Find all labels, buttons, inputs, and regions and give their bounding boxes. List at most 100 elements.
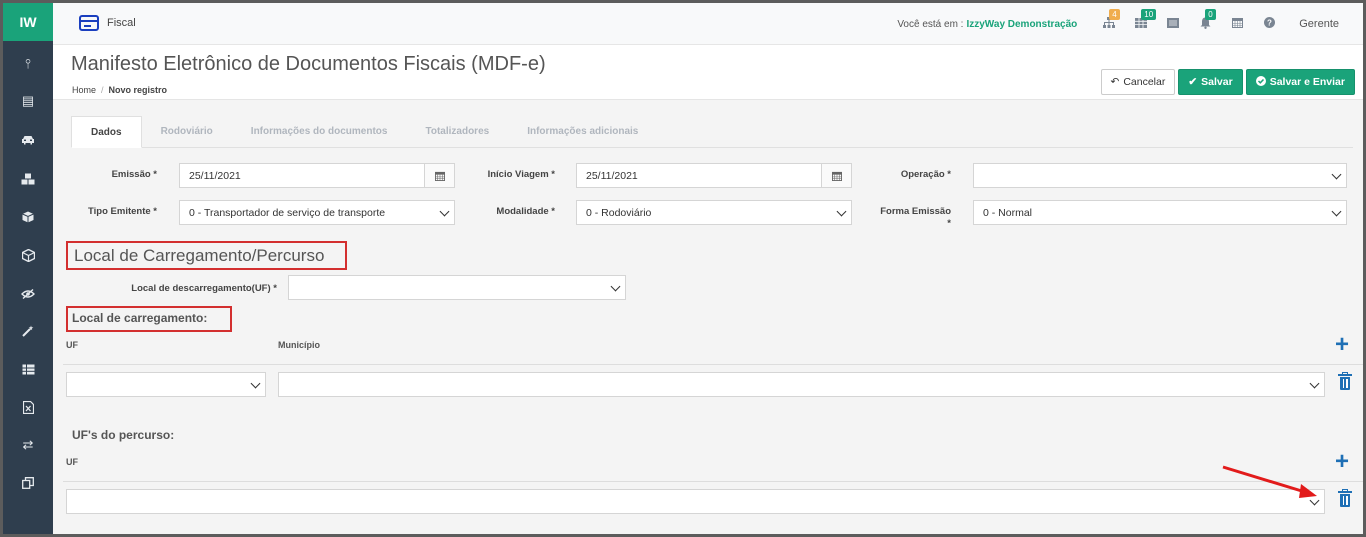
module-name: Fiscal [107, 17, 136, 29]
percurso-title: UF's do percurso: [72, 428, 175, 442]
calendar-icon[interactable] [1221, 17, 1253, 31]
emissao-calendar-icon[interactable] [424, 164, 454, 187]
boxes-icon[interactable] [3, 169, 53, 189]
save-button[interactable]: ✔ Salvar [1178, 69, 1243, 95]
bell-icon[interactable]: 0 [1189, 8, 1221, 32]
app-window: IW ⫯ ▤ ⇄ Fiscal Você está em: IzzyWay D… [3, 3, 1363, 534]
divider [63, 364, 1363, 365]
table-icon[interactable] [3, 359, 53, 379]
sidebar: IW ⫯ ▤ ⇄ [3, 3, 53, 534]
emissao-date-field[interactable]: 25/11/2021 [179, 163, 455, 188]
user-menu[interactable]: Gerente [1299, 18, 1339, 30]
save-button-label: Salvar [1201, 76, 1233, 88]
carregamento-municipio-select[interactable] [278, 372, 1325, 397]
save-and-send-button-label: Salvar e Enviar [1269, 76, 1345, 88]
tipo-emitente-value: 0 - Transportador de serviço de transpor… [189, 206, 386, 219]
emissao-value: 25/11/2021 [189, 169, 241, 182]
chevron-down-icon [439, 206, 450, 217]
list-alt-icon[interactable] [1157, 17, 1189, 31]
page-title: Manifesto Eletrônico de Documentos Fisca… [71, 53, 546, 75]
percurso-uf-select[interactable] [66, 489, 1325, 514]
breadcrumb-home[interactable]: Home [72, 85, 96, 95]
location-label: Você está em : [897, 18, 964, 30]
header-actions: ↶ Cancelar ✔ Salvar Salvar e Enviar [1100, 69, 1355, 95]
sitemap-badge: 4 [1109, 9, 1120, 20]
content-area: Dados Rodoviário Informações do document… [53, 100, 1363, 534]
chevron-down-icon [1309, 378, 1320, 389]
carregamento-col-uf: UF [66, 340, 78, 350]
grid-badge: 10 [1141, 9, 1157, 20]
forma-emissao-label: Forma Emissão [880, 206, 951, 217]
bell-badge: 0 [1205, 8, 1216, 20]
grid-icon[interactable]: 10 [1125, 9, 1157, 31]
descarregamento-label: Local de descarregamento(UF) * [131, 283, 277, 294]
credit-card-icon [79, 15, 99, 31]
red-arrow-annotation [1222, 465, 1317, 498]
check-circle-icon [1255, 75, 1266, 89]
inicio-viagem-calendar-icon[interactable] [821, 164, 851, 187]
tab-dados[interactable]: Dados [71, 116, 142, 148]
chevron-down-icon [250, 378, 261, 389]
excel-file-icon[interactable] [3, 397, 53, 417]
inicio-viagem-value: 25/11/2021 [586, 169, 638, 182]
cubes-icon[interactable] [3, 245, 53, 265]
tab-informacoes-documentos[interactable]: Informações do documentos [232, 116, 407, 147]
operacao-select[interactable] [973, 163, 1347, 188]
svg-text:?: ? [1267, 19, 1272, 28]
sitemap-icon[interactable]: 4 [1093, 9, 1125, 31]
save-and-send-button[interactable]: Salvar e Enviar [1245, 69, 1355, 95]
tab-informacoes-adicionais[interactable]: Informações adicionais [508, 116, 657, 147]
check-icon: ✔ [1188, 76, 1198, 88]
delete-carregamento-trash-icon[interactable] [1338, 372, 1352, 390]
cube-icon[interactable] [3, 207, 53, 227]
modalidade-select[interactable]: 0 - Rodoviário [576, 200, 852, 225]
cancel-button[interactable]: ↶ Cancelar [1100, 69, 1176, 95]
breadcrumb: Home / Novo registro [72, 85, 167, 95]
carregamento-uf-select[interactable] [66, 372, 266, 397]
top-bar: Fiscal Você está em : IzzyWay Demonstraç… [53, 3, 1363, 45]
tab-rodoviario[interactable]: Rodoviário [142, 116, 232, 147]
car-icon[interactable] [3, 130, 53, 150]
inicio-viagem-date-field[interactable]: 25/11/2021 [576, 163, 852, 188]
carregamento-col-municipio: Município [278, 340, 320, 350]
chevron-down-icon [1331, 169, 1342, 180]
forma-emissao-select[interactable]: 0 - Normal [973, 200, 1347, 225]
chevron-down-icon [836, 206, 847, 217]
descarregamento-select[interactable] [288, 275, 626, 300]
copy-icon[interactable] [3, 473, 53, 493]
app-logo[interactable]: IW [3, 3, 53, 41]
forma-emissao-required: * [947, 218, 951, 229]
list-icon[interactable]: ▤ [3, 91, 53, 111]
magic-wand-icon[interactable] [3, 321, 53, 341]
chevron-down-icon [1331, 206, 1342, 217]
percurso-col-uf: UF [66, 457, 78, 467]
divider [63, 481, 1363, 482]
highlight-box-carregamento [66, 306, 232, 332]
delete-percurso-trash-icon[interactable] [1338, 489, 1352, 507]
help-icon[interactable]: ? [1253, 17, 1285, 31]
add-percurso-icon[interactable]: + [1335, 450, 1349, 474]
inicio-viagem-label: Início Viagem * [487, 169, 555, 180]
modalidade-value: 0 - Rodoviário [586, 206, 652, 219]
tipo-emitente-select[interactable]: 0 - Transportador de serviço de transpor… [179, 200, 455, 225]
add-carregamento-icon[interactable]: + [1335, 333, 1349, 357]
tipo-emitente-label: Tipo Emitente * [88, 206, 157, 217]
top-right-area: Você está em : IzzyWay Demonstração 4 10… [897, 3, 1339, 45]
forma-emissao-value: 0 - Normal [983, 206, 1033, 219]
breadcrumb-separator: / [101, 85, 104, 95]
emissao-label: Emissão * [111, 169, 157, 180]
breadcrumb-current: Novo registro [108, 85, 168, 95]
module-indicator[interactable]: Fiscal [79, 15, 136, 31]
tab-totalizadores[interactable]: Totalizadores [406, 116, 508, 147]
cancel-button-label: Cancelar [1123, 76, 1166, 88]
operacao-label: Operação * [900, 169, 951, 180]
eye-slash-icon[interactable] [3, 284, 53, 304]
highlight-box-section [66, 241, 347, 270]
undo-icon: ↶ [1110, 76, 1120, 88]
company-link[interactable]: IzzyWay Demonstração [966, 19, 1077, 30]
exchange-icon[interactable]: ⇄ [3, 435, 53, 455]
modalidade-label: Modalidade * [496, 206, 555, 217]
chevron-down-icon [610, 281, 621, 292]
page-header: Manifesto Eletrônico de Documentos Fisca… [53, 45, 1363, 100]
pin-icon[interactable]: ⫯ [3, 54, 53, 74]
